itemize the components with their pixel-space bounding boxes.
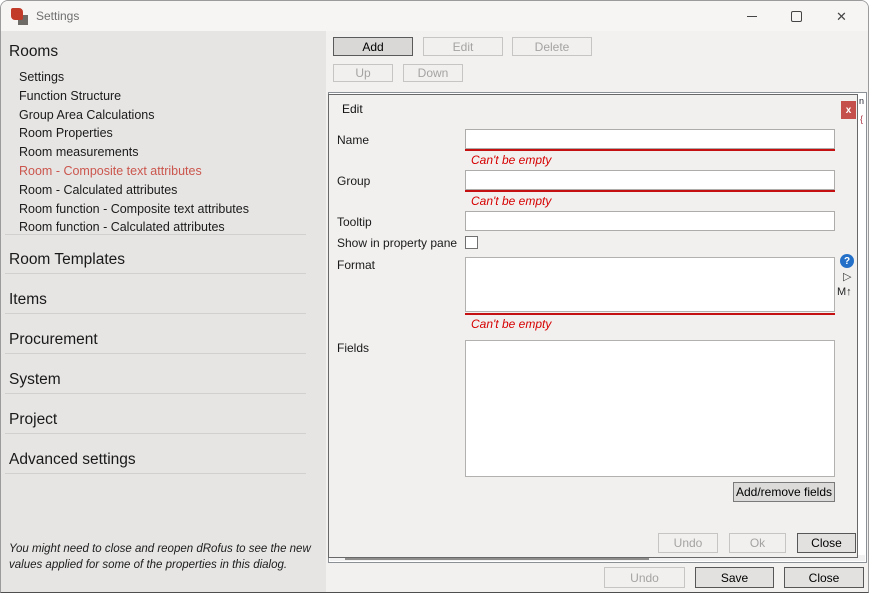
tooltip-label: Tooltip bbox=[337, 215, 372, 229]
fields-listbox[interactable] bbox=[465, 340, 835, 477]
dialog-title: Edit bbox=[342, 102, 363, 116]
format-error-underline bbox=[465, 313, 835, 315]
sidebar-section-project[interactable]: Project bbox=[9, 411, 57, 429]
group-error-text: Can't be empty bbox=[471, 194, 551, 208]
list-fragment: n bbox=[859, 96, 864, 106]
sidebar-section-room-templates[interactable]: Room Templates bbox=[9, 251, 125, 269]
sidebar-item-room-measurements[interactable]: Room measurements bbox=[19, 143, 249, 162]
macro-up-icon[interactable]: M↑ bbox=[837, 286, 852, 298]
tooltip-input[interactable] bbox=[465, 211, 835, 231]
sidebar-note: You might need to close and reopen dRofu… bbox=[9, 541, 327, 573]
sidebar-item-group-area-calculations[interactable]: Group Area Calculations bbox=[19, 106, 249, 125]
delete-button[interactable]: Delete bbox=[512, 37, 592, 56]
sidebar-item-function-structure[interactable]: Function Structure bbox=[19, 87, 249, 106]
maximize-icon bbox=[791, 11, 802, 22]
up-button[interactable]: Up bbox=[333, 64, 393, 82]
divider bbox=[5, 433, 306, 434]
group-input[interactable] bbox=[465, 170, 835, 190]
format-textarea[interactable] bbox=[465, 257, 835, 312]
sidebar-section-items[interactable]: Items bbox=[9, 291, 47, 309]
name-label: Name bbox=[337, 133, 369, 147]
close-button[interactable]: ✕ bbox=[819, 1, 864, 31]
settings-sidebar: Rooms Settings Function Structure Group … bbox=[1, 31, 326, 592]
format-label: Format bbox=[337, 258, 375, 272]
close-icon: ✕ bbox=[836, 10, 847, 23]
sidebar-item-room-function-composite-text-attributes[interactable]: Room function - Composite text attribute… bbox=[19, 200, 249, 219]
divider bbox=[5, 473, 306, 474]
title-bar: Settings ✕ bbox=[1, 1, 868, 31]
name-input[interactable] bbox=[465, 129, 835, 149]
app-logo-icon bbox=[11, 8, 28, 25]
expand-format-icon[interactable]: ▷ bbox=[843, 270, 851, 283]
show-in-property-pane-checkbox[interactable] bbox=[465, 236, 478, 249]
settings-window: Settings ✕ Rooms Settings Function Struc… bbox=[0, 0, 869, 593]
divider bbox=[5, 234, 306, 235]
divider bbox=[5, 313, 306, 314]
footer-undo-button[interactable]: Undo bbox=[604, 567, 685, 588]
sidebar-section-procurement[interactable]: Procurement bbox=[9, 331, 98, 349]
dialog-close-icon: x bbox=[846, 105, 852, 116]
sidebar-section-system[interactable]: System bbox=[9, 371, 61, 389]
dialog-close-button[interactable]: x bbox=[841, 101, 856, 119]
show-in-property-pane-label: Show in property pane bbox=[337, 236, 457, 250]
window-controls: ✕ bbox=[729, 1, 864, 31]
name-error-text: Can't be empty bbox=[471, 153, 551, 167]
sidebar-item-room-calculated-attributes[interactable]: Room - Calculated attributes bbox=[19, 181, 249, 200]
sidebar-item-room-properties[interactable]: Room Properties bbox=[19, 124, 249, 143]
dialog-ok-button[interactable]: Ok bbox=[729, 533, 786, 553]
add-button[interactable]: Add bbox=[333, 37, 413, 56]
sidebar-section-advanced-settings[interactable]: Advanced settings bbox=[9, 451, 136, 469]
fields-label: Fields bbox=[337, 341, 369, 355]
group-label: Group bbox=[337, 174, 370, 188]
window-title: Settings bbox=[36, 9, 79, 23]
divider bbox=[5, 393, 306, 394]
divider bbox=[5, 273, 306, 274]
edit-dialog: Edit x Name Can't be empty Group Can't b… bbox=[328, 94, 858, 558]
minimize-icon bbox=[747, 16, 757, 17]
list-fragment: { bbox=[860, 114, 863, 124]
divider bbox=[5, 353, 306, 354]
name-error-underline bbox=[465, 149, 835, 151]
maximize-button[interactable] bbox=[774, 1, 819, 31]
footer-close-button[interactable]: Close bbox=[784, 567, 864, 588]
minimize-button[interactable] bbox=[729, 1, 774, 31]
sidebar-item-room-composite-text-attributes[interactable]: Room - Composite text attributes bbox=[19, 162, 249, 181]
down-button[interactable]: Down bbox=[403, 64, 463, 82]
add-remove-fields-button[interactable]: Add/remove fields bbox=[733, 482, 835, 502]
rooms-subsection-list: Settings Function Structure Group Area C… bbox=[19, 68, 249, 237]
group-error-underline bbox=[465, 190, 835, 192]
edit-button[interactable]: Edit bbox=[423, 37, 503, 56]
dialog-undo-button[interactable]: Undo bbox=[658, 533, 718, 553]
sidebar-section-rooms[interactable]: Rooms bbox=[9, 43, 58, 61]
sidebar-item-settings[interactable]: Settings bbox=[19, 68, 249, 87]
format-error-text: Can't be empty bbox=[471, 317, 551, 331]
help-icon[interactable]: ? bbox=[840, 254, 854, 268]
footer-save-button[interactable]: Save bbox=[695, 567, 774, 588]
dialog-close-button-footer[interactable]: Close bbox=[797, 533, 856, 553]
